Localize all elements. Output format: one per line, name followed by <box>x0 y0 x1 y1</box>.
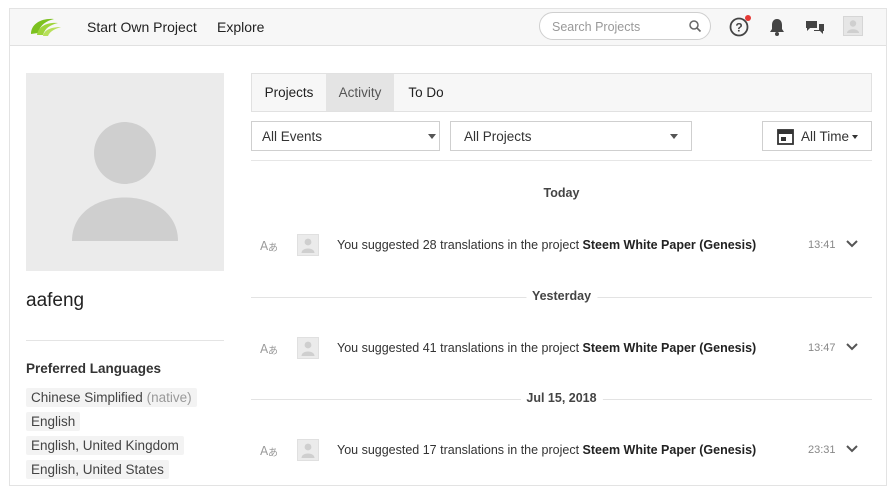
day-separator: Today <box>251 186 872 202</box>
language-name: English, United Kingdom <box>31 438 179 453</box>
profile-picture <box>26 73 224 271</box>
translate-icon: A あ <box>260 239 278 254</box>
chevron-down-icon <box>670 134 678 139</box>
projects-filter-select[interactable]: All Projects <box>450 121 692 151</box>
tab-projects[interactable]: Projects <box>252 74 326 111</box>
notification-dot <box>745 15 751 21</box>
activity-time: 23:31 <box>808 444 836 456</box>
search-icon[interactable] <box>688 19 702 33</box>
default-avatar-icon <box>72 122 178 241</box>
language-tag: Chinese Simplified (native) <box>26 388 197 407</box>
projects-filter-value: All Projects <box>464 129 532 144</box>
profile-tabs: Projects Activity To Do <box>251 73 872 112</box>
activity-message: You suggested 17 translations in the pro… <box>337 443 583 457</box>
translate-icon: A あ <box>260 444 278 459</box>
chevron-down-icon[interactable] <box>845 341 859 353</box>
svg-text:あ: あ <box>268 447 278 459</box>
activity-text: You suggested 17 translations in the pro… <box>337 443 756 457</box>
events-filter-select[interactable]: All Events <box>251 121 440 151</box>
activity-text: You suggested 41 translations in the pro… <box>337 341 756 355</box>
tab-activity[interactable]: Activity <box>326 74 394 111</box>
nav-start-own-project[interactable]: Start Own Project <box>87 19 197 35</box>
tab-to-do[interactable]: To Do <box>394 74 458 111</box>
translate-icon: A あ <box>260 342 278 357</box>
activity-project-link[interactable]: Steem White Paper (Genesis) <box>583 238 757 252</box>
language-name: English <box>31 414 76 429</box>
day-label: Jul 15, 2018 <box>520 391 603 405</box>
app-window: Start Own Project Explore ? <box>9 8 887 486</box>
search-input[interactable] <box>552 18 682 36</box>
day-separator: Yesterday <box>251 289 872 305</box>
language-tag: English, United Kingdom <box>26 436 184 455</box>
activity-message: You suggested 28 translations in the pro… <box>337 238 583 252</box>
language-tag: English, United States <box>26 460 169 479</box>
notification-bell-icon[interactable] <box>766 16 788 38</box>
language-name: Chinese Simplified <box>31 390 143 405</box>
search-box[interactable] <box>539 12 711 40</box>
divider <box>26 340 224 341</box>
user-avatar[interactable] <box>297 439 319 461</box>
language-tag: English <box>26 412 81 431</box>
language-native-note: (native) <box>146 390 192 405</box>
caret-down-icon <box>852 135 858 139</box>
time-filter-button[interactable]: All Time <box>762 121 872 151</box>
day-label: Today <box>537 186 586 200</box>
day-separator: Jul 15, 2018 <box>251 391 872 407</box>
user-avatar-icon[interactable] <box>843 16 863 36</box>
time-filter-value: All Time <box>801 129 850 144</box>
activity-time: 13:47 <box>808 342 836 354</box>
activity-project-link[interactable]: Steem White Paper (Genesis) <box>583 341 757 355</box>
svg-text:あ: あ <box>268 345 278 357</box>
svg-text:?: ? <box>735 21 742 35</box>
chevron-down-icon[interactable] <box>845 443 859 455</box>
activity-project-link[interactable]: Steem White Paper (Genesis) <box>583 443 757 457</box>
chevron-down-icon <box>428 134 436 139</box>
calendar-icon <box>777 129 794 145</box>
activity-message: You suggested 41 translations in the pro… <box>337 341 583 355</box>
logo-icon[interactable] <box>28 14 64 40</box>
day-label: Yesterday <box>525 289 598 303</box>
user-avatar[interactable] <box>297 337 319 359</box>
svg-text:あ: あ <box>268 242 278 254</box>
activity-time: 13:41 <box>808 239 836 251</box>
activity-row: A あ You suggested 17 translations in the… <box>251 435 872 465</box>
top-navigation-bar: Start Own Project Explore ? <box>10 9 886 46</box>
messages-icon[interactable] <box>804 16 826 38</box>
preferred-languages-title: Preferred Languages <box>26 361 162 376</box>
divider <box>251 160 872 161</box>
events-filter-value: All Events <box>262 129 323 144</box>
activity-text: You suggested 28 translations in the pro… <box>337 238 756 252</box>
language-name: English, United States <box>31 462 164 477</box>
nav-explore[interactable]: Explore <box>217 19 264 35</box>
profile-username: aafeng <box>26 290 85 311</box>
chevron-down-icon[interactable] <box>845 238 859 250</box>
user-avatar[interactable] <box>297 234 319 256</box>
activity-row: A あ You suggested 41 translations in the… <box>251 333 872 363</box>
activity-row: A あ You suggested 28 translations in the… <box>251 230 872 260</box>
